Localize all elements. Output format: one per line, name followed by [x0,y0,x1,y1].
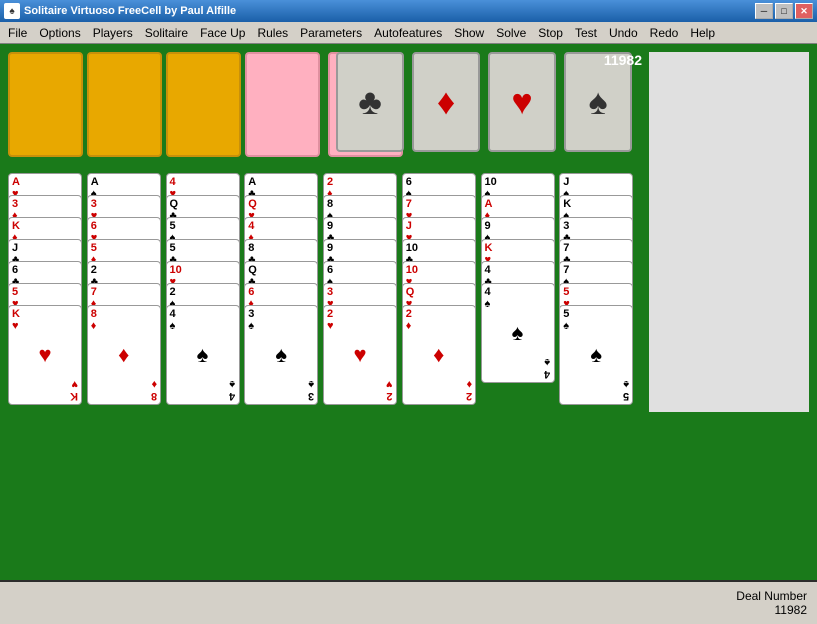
card-5♠[interactable]: 5♠ 5♠ ♠ [559,305,633,405]
menu-item-face up[interactable]: Face Up [194,24,251,42]
window-controls: ─ □ ✕ [755,3,813,19]
free-slot-1[interactable] [8,52,83,157]
tableau-column-3: 4♥4♥♥Q♣Q♣♣5♠5♠♠5♣5♣♣10♥10♥♥2♠2♠♠4♠4♠♠ [166,173,241,573]
card-4♠[interactable]: 4♠ 4♠ ♠ [481,283,555,383]
maximize-button[interactable]: □ [775,3,793,19]
menu-item-undo[interactable]: Undo [603,24,644,42]
foundation-hearts[interactable]: ♥ [488,52,556,152]
score-panel [649,52,809,412]
tableau-column-2: A♠A♠♠3♥3♥♥6♥6♥♥5♦5♦♦2♣2♣♣7♦7♦♦8♦8♦♦ [87,173,162,573]
card-rank-bottom: 2♦ [466,378,472,402]
card-suit-center: ♠ [512,320,524,346]
menu-item-help[interactable]: Help [684,24,721,42]
card-rank-top: 8♦ [91,308,97,332]
tableau-column-1: A♥A♥♥3♦3♦♦K♦K♦♦J♣J♣♣6♣6♣♣5♥5♥♥K♥K♥♥ [8,173,83,573]
card-rank-top: 2♦ [406,308,412,332]
title-bar: ♠ Solitaire Virtuoso FreeCell by Paul Al… [0,0,817,22]
menu-item-redo[interactable]: Redo [644,24,685,42]
foundation-diamonds[interactable]: ♦ [412,52,480,152]
card-rank-bottom: 4♠ [229,378,235,402]
card-rank-top: 3♠ [248,308,254,332]
card-rank-top: 4♠ [485,286,491,310]
card-rank-top: 4♠ [170,308,176,332]
menu-item-stop[interactable]: Stop [532,24,569,42]
minimize-button[interactable]: ─ [755,3,773,19]
card-K♥[interactable]: K♥ K♥ ♥ [8,305,82,405]
card-suit-center: ♠ [197,342,209,368]
app-icon: ♠ [4,3,20,19]
tableau-column-4: A♣A♣♣Q♥Q♥♥4♦4♦♦8♣8♣♣Q♣Q♣♣6♦6♦♦3♠3♠♠ [244,173,319,573]
tableau-column-7: 10♠10♠♠A♦A♦♦9♠9♠♠K♥K♥♥4♣4♣♣4♠4♠♠ [481,173,556,573]
menu-bar: FileOptionsPlayersSolitaireFace UpRulesP… [0,22,817,44]
window-title: Solitaire Virtuoso FreeCell by Paul Alfi… [24,5,755,17]
card-rank-bottom: 3♠ [308,378,314,402]
foundations: ♣ ♦ ♥ ♠ [336,52,632,152]
menu-item-file[interactable]: File [2,24,33,42]
free-slot-2[interactable] [87,52,162,157]
tableau-column-5: 2♦2♦♦8♠8♠♠9♣9♣♣9♣9♣♣6♠6♠♠3♥3♥♥2♥2♥♥ [323,173,398,573]
card-suit-center: ♦ [433,342,444,368]
close-button[interactable]: ✕ [795,3,813,19]
card-rank-bottom: K♥ [70,378,78,402]
card-rank-bottom: 8♦ [151,378,157,402]
card-suit-center: ♦ [118,342,129,368]
tableau-column-8: J♠J♠♠K♠K♠♠3♣3♣♣7♣7♣♣7♠7♠♠5♥5♥♥5♠5♠♠ [559,173,634,573]
card-suit-center: ♥ [353,342,366,368]
menu-item-solitaire[interactable]: Solitaire [139,24,194,42]
menu-item-show[interactable]: Show [448,24,490,42]
card-suit-center: ♠ [590,342,602,368]
card-rank-top: 2♥ [327,308,334,332]
card-3♠[interactable]: 3♠ 3♠ ♠ [244,305,318,405]
tableau: A♥A♥♥3♦3♦♦K♦K♦♦J♣J♣♣6♣6♣♣5♥5♥♥K♥K♥♥A♠A♠♠… [0,169,642,577]
menu-item-players[interactable]: Players [87,24,139,42]
menu-item-autofeatures[interactable]: Autofeatures [368,24,448,42]
foundation-clubs[interactable]: ♣ [336,52,404,152]
card-rank-bottom: 5♠ [623,378,629,402]
card-rank-bottom: 2♥ [386,378,393,402]
menu-item-rules[interactable]: Rules [251,24,294,42]
tableau-column-6: 6♠6♠♠7♥7♥♥J♥J♥♥10♣10♣♣10♥10♥♥Q♥Q♥♥2♦2♦♦ [402,173,477,573]
card-8♦[interactable]: 8♦ 8♦ ♦ [87,305,161,405]
score-display: 11982 [604,52,642,68]
game-area: ♣ ♦ ♥ ♠ 11982 A♥A♥♥3♦3♦♦K♦K♦♦J♣J♣♣6♣6♣♣5… [0,44,817,624]
card-rank-bottom: 4♠ [544,356,550,380]
card-2♦[interactable]: 2♦ 2♦ ♦ [402,305,476,405]
menu-item-solve[interactable]: Solve [490,24,532,42]
menu-item-options[interactable]: Options [33,24,86,42]
card-rank-top: K♥ [12,308,20,332]
menu-item-test[interactable]: Test [569,24,603,42]
card-rank-top: 5♠ [563,308,569,332]
menu-item-parameters[interactable]: Parameters [294,24,368,42]
status-bar: Deal Number 11982 [0,580,817,624]
card-suit-center: ♠ [275,342,287,368]
card-2♥[interactable]: 2♥ 2♥ ♥ [323,305,397,405]
deal-number-display: Deal Number 11982 [736,589,807,617]
free-cells [8,52,320,157]
card-4♠[interactable]: 4♠ 4♠ ♠ [166,305,240,405]
free-slot-3[interactable] [166,52,241,157]
card-suit-center: ♥ [38,342,51,368]
free-slot-4[interactable] [245,52,320,157]
